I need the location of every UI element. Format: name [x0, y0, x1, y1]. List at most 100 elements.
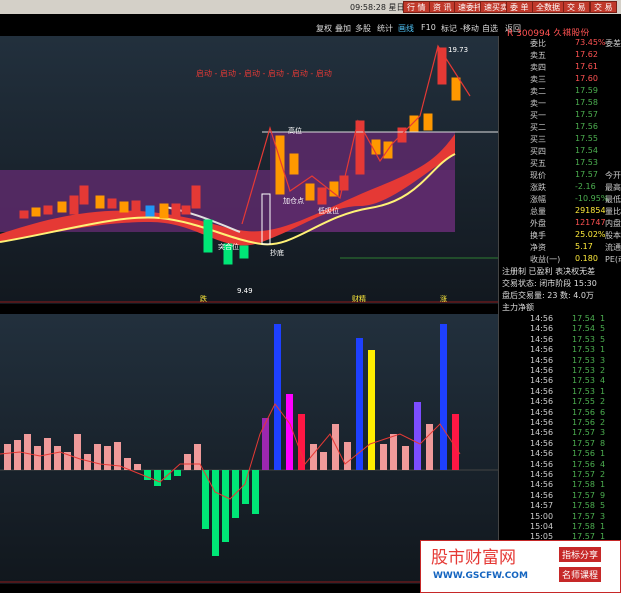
menu-item[interactable]: 统计 [377, 23, 393, 34]
quote-label: 净资 [530, 243, 546, 252]
toolbar-button[interactable]: 交 易 [590, 1, 617, 13]
trade-t: 14:56 [530, 418, 554, 427]
trade-t: 14:56 [530, 459, 554, 469]
low-price-label: 9.49 [237, 287, 253, 295]
trade-t: 14:56 [530, 470, 554, 479]
quote-extra: 内盘 [605, 219, 621, 228]
quote-extra: 最高 [605, 183, 621, 192]
quote-row: 收益(一) 0.180 PE(动) [530, 254, 621, 266]
clock: 09:58:28 星日 [350, 3, 405, 12]
toolbar-button[interactable]: 委 单 [506, 1, 533, 13]
signal-title: 启动 - 启动 - 启动 - 启动 - 启动 - 启动 [196, 69, 332, 78]
trade-p: 17.56 [572, 407, 595, 417]
candle [43, 205, 53, 215]
trade-t: 14:57 [530, 501, 554, 511]
menu-item[interactable]: 画线 [398, 23, 414, 34]
indicator-bar [54, 446, 61, 470]
trade-p: 17.57 [572, 470, 595, 479]
trade-p: 17.58 [572, 501, 595, 511]
candle [57, 201, 67, 213]
menu-item[interactable]: F10 [421, 23, 436, 32]
quote-label: 总量 [530, 207, 546, 216]
quote-row: 卖二 17.59 [530, 86, 621, 98]
candle [31, 207, 41, 217]
indicator-bar [104, 446, 111, 470]
trade-p: 17.56 [572, 449, 595, 459]
indicator-bar [222, 470, 229, 542]
trade-v: 5 [600, 501, 606, 511]
trade-v: 6 [600, 407, 606, 417]
toolbar-button[interactable]: 全数据 [532, 1, 564, 13]
menu-item[interactable]: -移动 [460, 23, 479, 34]
toolbar-button[interactable]: 行 情 [403, 1, 430, 13]
trade-v: 3 [600, 511, 606, 521]
indicator-bar [274, 324, 281, 470]
quote-label: 现价 [530, 171, 546, 180]
indicator-bar [174, 470, 181, 476]
menu-item[interactable]: 自选 [482, 23, 498, 34]
trade-v: 5 [600, 324, 606, 334]
toolbar-button[interactable]: 交 易 [563, 1, 590, 13]
menu-item[interactable]: 叠加 [335, 23, 351, 34]
candle [79, 185, 89, 205]
quote-value: 17.55 [575, 134, 598, 143]
trade-p: 17.57 [572, 490, 595, 500]
tag-indicator-share[interactable]: 指标分享 [559, 547, 602, 562]
menu-item[interactable]: 复权 [316, 23, 332, 34]
trade-t: 14:56 [530, 334, 554, 344]
quote-extra: 最低 [605, 195, 621, 204]
quote-row: 买四 17.54 [530, 146, 621, 158]
watermark-url: WWW.GSCFW.COM [433, 571, 528, 581]
candle [19, 210, 29, 219]
tag-teacher-course[interactable]: 名师课程 [559, 567, 602, 582]
indicator-bar [440, 324, 447, 470]
quote-label: 外盘 [530, 219, 546, 228]
trade-v: 1 [600, 449, 606, 459]
trades-header: 主力净额 [502, 303, 534, 312]
trade-v: 2 [600, 366, 606, 375]
quote-label: 涨幅 [530, 195, 546, 204]
quote-row: 总量 291854 量比 [530, 206, 621, 218]
menu-item[interactable]: 标记 [441, 23, 457, 34]
high-label: 高位 [288, 127, 302, 135]
indicator-bar [134, 464, 141, 470]
quote-row: 委比 73.45% 委差 [530, 38, 621, 50]
toolbar-button[interactable]: 资 讯 [429, 1, 456, 13]
trade-v: 4 [600, 376, 606, 386]
add-label: 加仓点 [283, 197, 304, 205]
trade-p: 17.55 [572, 397, 595, 407]
trade-p: 17.56 [572, 418, 595, 427]
quote-label: 卖三 [530, 75, 546, 84]
trade-t: 14:56 [530, 324, 554, 334]
indicator-bar [390, 434, 397, 470]
quote-row: 买一 17.57 [530, 110, 621, 122]
quote-value: 17.57 [575, 110, 598, 119]
trade-v: 2 [600, 397, 606, 407]
trade-v: 3 [600, 355, 606, 365]
quote-value: 17.61 [575, 62, 598, 71]
main-kline-chart[interactable]: 启动 - 启动 - 启动 - 启动 - 启动 - 启动 19.73 9.49 高… [0, 36, 498, 304]
quote-row: 现价 17.57 今开 [530, 170, 621, 182]
info-line: 交易状态: 闭市阶段 15:30 [502, 279, 597, 288]
trade-t: 14:56 [530, 366, 554, 375]
quote-label: 卖一 [530, 99, 546, 108]
quote-row: 买三 17.55 [530, 134, 621, 146]
trade-v: 1 [600, 480, 606, 490]
indicator-bar [286, 394, 293, 470]
quote-label: 买四 [530, 147, 546, 156]
indicator-bar [380, 444, 387, 470]
trade-p: 17.53 [572, 355, 595, 365]
candle [119, 201, 129, 213]
quote-label: 买二 [530, 123, 546, 132]
trade-p: 17.54 [572, 314, 595, 323]
high-price-label: 19.73 [448, 46, 469, 54]
quote-label: 卖四 [530, 63, 546, 72]
candle [203, 219, 213, 253]
quote-row: 卖四 17.61 [530, 62, 621, 74]
quote-value: 121747 [575, 218, 606, 227]
menu-item[interactable]: 多股 [355, 23, 371, 34]
candle [181, 205, 191, 215]
bottom-label: 抄底 [270, 249, 284, 257]
quote-extra: 今开 [605, 171, 621, 180]
title-bar: 09:58:28 星日 行 情资 讯速委托 速买卖委 单全数据交 易交 易 [0, 0, 621, 14]
